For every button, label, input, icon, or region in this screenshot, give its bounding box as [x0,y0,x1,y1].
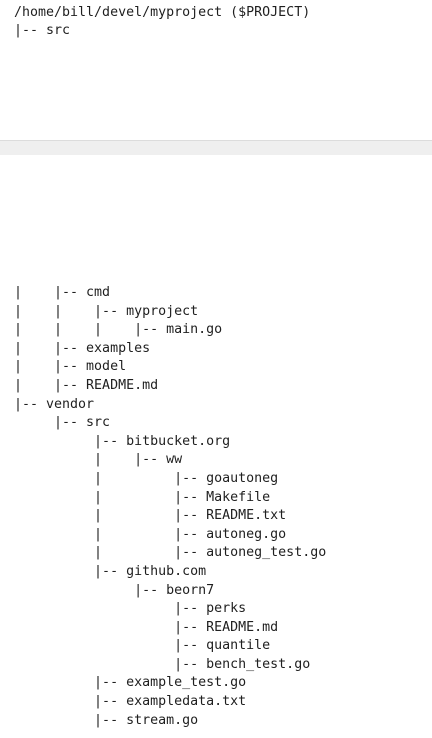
tree-line: |-- github.com [14,563,207,579]
section-divider [0,140,432,155]
tree-line: |-- bitbucket.org [14,433,231,449]
tree-line: | |-- autoneg.go [14,526,287,542]
tree-line: | |-- ww [14,452,183,468]
tree-line-project-root: /home/bill/devel/myproject ($PROJECT) [14,5,311,20]
tree-line: | |-- autoneg_test.go [14,545,327,561]
tree-line: |-- src [14,415,111,431]
tree-line: | |-- Makefile [14,489,271,505]
tree-line: |-- beorn7 [14,582,215,598]
tree-line: | |-- cmd [14,285,111,300]
tree-line: |-- quantile [14,638,271,654]
tree-line: |-- bench_test.go [14,656,311,672]
tree-line: |-- example_test.go [14,675,247,691]
tree-line: | | |-- myproject [14,303,199,319]
tree-line-src: |-- src [14,23,71,38]
directory-tree-bottom: | |-- cmd | | |-- myproject | | | |-- ma… [0,284,432,730]
tree-line: |-- vendor [14,396,95,412]
tree-line: | |-- README.md [14,377,159,393]
tree-line: | |-- goautoneg [14,470,279,486]
tree-line: |-- perks [14,601,247,617]
tree-line: | |-- README.txt [14,508,287,524]
tree-line: |-- exampledata.txt [14,694,247,710]
directory-tree-top: /home/bill/devel/myproject ($PROJECT) |-… [0,4,432,136]
tree-line: |-- README.md [14,619,279,635]
tree-line: | | | |-- main.go [14,322,223,338]
tree-line: | |-- examples [14,340,151,356]
tree-line: |-- stream.go [14,712,199,728]
tree-line: | |-- model [14,359,127,375]
